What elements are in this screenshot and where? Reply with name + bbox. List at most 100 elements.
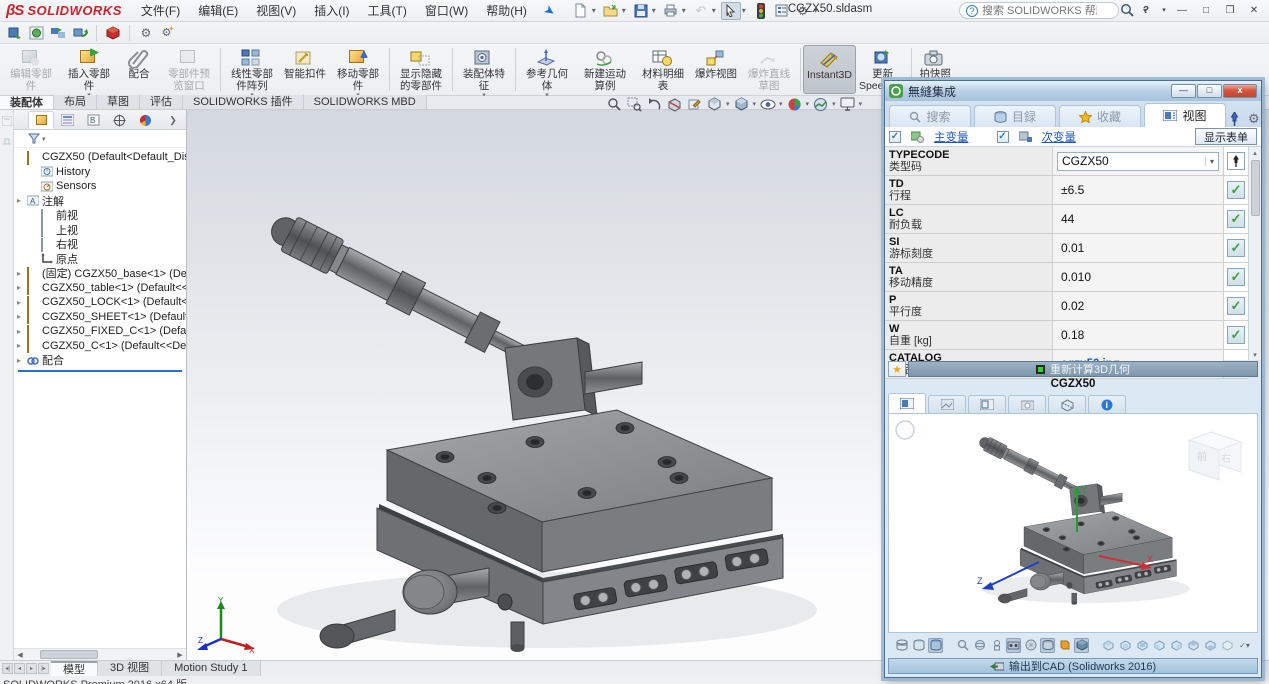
preview-orbit-icon[interactable] (972, 638, 987, 653)
bom-button[interactable]: 材料明细表 (634, 45, 692, 94)
tab-scroll-first[interactable]: ◂| (2, 663, 13, 674)
w-ok-button[interactable]: ✓ (1227, 326, 1245, 344)
tree-horizontal-scrollbar[interactable]: ◀ ▶ (14, 648, 186, 660)
tree-item-mates[interactable]: ▸配合 (14, 353, 186, 368)
section-view-icon[interactable] (666, 96, 683, 112)
tab-layout[interactable]: 布局 (54, 95, 97, 109)
typecode-dropdown[interactable]: CGZX50▾ (1057, 152, 1219, 171)
tree-item-base[interactable]: ▸(固定) CGZX50_base<1> (Default< (14, 266, 186, 281)
preview-tab-3d[interactable] (888, 393, 926, 413)
gear-spark-icon[interactable]: ⚙✦ (160, 25, 176, 40)
scroll-thumb[interactable] (40, 650, 98, 659)
menu-window[interactable]: 窗口(W) (416, 0, 477, 21)
view-orientation-icon[interactable] (706, 96, 723, 112)
new-motion-study-button[interactable]: 新建运动算例 (576, 45, 634, 94)
preview-shaded-icon[interactable] (1040, 638, 1055, 653)
section-y-icon[interactable] (911, 638, 926, 653)
preview-shadow-icon[interactable] (1074, 638, 1089, 653)
scroll-left-arrow[interactable]: ◀ (14, 649, 26, 660)
preview-toolbar-chevron[interactable]: ✓▾ (1237, 638, 1252, 653)
menu-view[interactable]: 视图(V) (247, 0, 305, 21)
menu-help[interactable]: 帮助(H) (477, 0, 536, 21)
tree-item-history[interactable]: History (14, 165, 186, 180)
panel-settings-gear-icon[interactable]: ⚙ (1248, 111, 1260, 127)
tab-solidworks-addins[interactable]: SOLIDWORKS 插件 (183, 95, 304, 109)
menu-insert[interactable]: 插入(I) (305, 0, 358, 21)
export-to-cad-button[interactable]: 输出到CAD (Solidworks 2016) (888, 658, 1258, 674)
tab-motion-study-1[interactable]: Motion Study 1 (162, 661, 260, 676)
preview-tab-dimensions[interactable] (1048, 395, 1086, 413)
view-iso-icon[interactable] (1101, 638, 1116, 653)
view-front-icon[interactable] (1118, 638, 1133, 653)
edit-component-button[interactable]: 编辑零部件 (2, 45, 60, 94)
exploded-view-button[interactable]: 爆炸视图 (692, 45, 740, 94)
tab-evaluate[interactable]: 评估 (140, 95, 183, 109)
component-preview-window-button[interactable]: 零部件预览窗口 (160, 45, 218, 94)
preview-3d-model[interactable]: 前 右 Y X Z (889, 414, 1257, 632)
table-scrollbar[interactable]: ▴ ▾ (1248, 147, 1261, 360)
tab-propertymanager[interactable] (54, 111, 80, 129)
save-button[interactable] (631, 2, 651, 20)
minimize-button[interactable]: — (1171, 2, 1193, 18)
section-z-icon[interactable] (928, 638, 943, 653)
section-x-icon[interactable] (894, 638, 909, 653)
preview-appearance-icon[interactable] (1057, 638, 1072, 653)
tree-item-origin[interactable]: 原点 (14, 252, 186, 267)
panel-tab-search[interactable]: 搜索 (889, 105, 971, 127)
table-scroll-thumb[interactable] (1251, 160, 1260, 216)
view-top-icon[interactable] (1186, 638, 1201, 653)
tab-sketch[interactable]: 草图 (97, 95, 140, 109)
tree-item-fixed-c[interactable]: ▸CGZX50_FIXED_C<1> (Default<<D (14, 324, 186, 339)
edit-appearance-icon[interactable] (786, 96, 803, 112)
apply-scene-icon[interactable] (812, 96, 829, 112)
view-bottom-icon[interactable] (1203, 638, 1218, 653)
panel-titlebar[interactable]: 無縫集成 — □ x (885, 81, 1261, 101)
menu-pin-icon[interactable]: ➤ (540, 1, 558, 20)
show-form-button[interactable]: 显示表单 (1195, 128, 1257, 145)
app-help-button[interactable]: ? (1135, 2, 1157, 18)
previous-view-icon[interactable] (646, 96, 663, 112)
preview-pan-icon[interactable] (989, 638, 1004, 653)
reference-geometry-button[interactable]: 参考几何体 ▾ (518, 45, 576, 94)
undo-caret[interactable]: ▾ (712, 6, 720, 15)
tree-item-lock[interactable]: ▸CGZX50_LOCK<1> (Default<<Defa (14, 295, 186, 310)
panel-minimize-button[interactable]: — (1171, 84, 1196, 98)
primary-variable-link[interactable]: 主变量 (934, 129, 969, 145)
menu-edit[interactable]: 编辑(E) (189, 0, 247, 21)
new-document-button[interactable] (571, 2, 591, 20)
undo-button[interactable]: ↶ (691, 2, 711, 20)
preview-tab-photo[interactable] (1008, 395, 1046, 413)
panel-close-button[interactable]: x (1223, 84, 1257, 98)
tab-solidworks-mbd[interactable]: SOLIDWORKS MBD (304, 95, 427, 109)
primary-variable-checkbox[interactable]: ✓ (889, 131, 901, 143)
menu-tools[interactable]: 工具(T) (359, 0, 416, 21)
rollback-bar[interactable] (18, 370, 182, 372)
panel-tab-catalog[interactable]: 目録 (974, 105, 1056, 127)
collapsed-panel-icon-2[interactable] (2, 136, 12, 146)
print-button[interactable] (661, 2, 681, 20)
view-right-icon[interactable] (1169, 638, 1184, 653)
red-box-tool-icon[interactable] (105, 25, 121, 40)
hide-show-items-icon[interactable] (759, 96, 776, 112)
linear-pattern-button[interactable]: 线性零部件阵列 ▾ (223, 45, 281, 94)
mate-button[interactable]: 配合 (118, 45, 160, 94)
tab-featuremanager[interactable] (28, 111, 54, 129)
boxed-part-icon[interactable] (28, 25, 44, 40)
tab-scroll-buttons[interactable]: ◂| ◂ ▸ |▸ (0, 661, 51, 676)
tab-configurationmanager[interactable]: B (80, 111, 106, 129)
recalculate-3d-button[interactable]: 重新计算3D几何 (908, 361, 1258, 377)
maximize-button[interactable]: □ (1195, 2, 1217, 18)
tree-item-top-plane[interactable]: 上视 (14, 223, 186, 238)
move-component-button[interactable]: 移动零部件 ▾ (329, 45, 387, 94)
smart-fasteners-button[interactable]: 智能扣件 (281, 45, 329, 94)
collapsed-panel-icon-1[interactable] (2, 116, 12, 126)
tree-tabs-overflow[interactable]: ❯ (160, 111, 186, 129)
view-settings-icon[interactable] (839, 96, 856, 112)
tree-item-sensors[interactable]: Sensors (14, 179, 186, 194)
tab-scroll-prev[interactable]: ◂ (14, 663, 25, 674)
view-more-icon[interactable] (1220, 638, 1235, 653)
p-ok-button[interactable]: ✓ (1227, 297, 1245, 315)
tab-scroll-last[interactable]: |▸ (38, 663, 49, 674)
model-preview-area[interactable]: 前 右 Y X Z (888, 413, 1258, 633)
new-caret[interactable]: ▾ (592, 6, 600, 15)
